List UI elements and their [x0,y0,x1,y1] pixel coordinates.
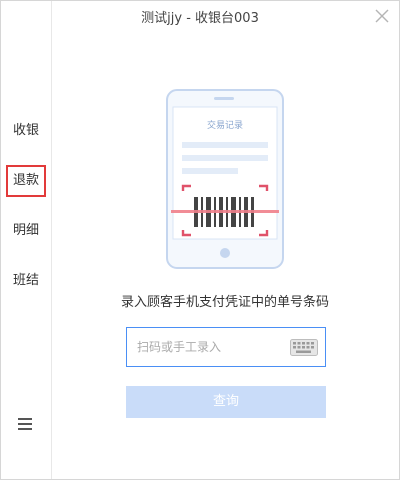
scan-instruction: 录入顾客手机支付凭证中的单号条码 [120,295,329,310]
keyboard-icon[interactable] [290,339,318,356]
order-number-field [126,327,326,367]
sidebar: 收银 退款 明细 班结 [1,1,52,479]
window-title: 测试jjy - 收银台003 [141,11,259,26]
query-button[interactable]: 查询 [126,386,326,418]
sidebar-item-refund[interactable]: 退款 [6,165,46,197]
sidebar-item-checkout[interactable]: 收银 [6,115,46,147]
phone-barcode-illustration: 交易记录 [166,89,284,269]
close-icon[interactable] [373,7,391,25]
hamburger-menu-icon[interactable] [18,418,32,430]
sidebar-item-details[interactable]: 明细 [6,215,46,247]
refund-window: 收银 退款 明细 班结 测试jjy - 收银台003 交易记录 录入顾客手机支付… [0,0,400,480]
titlebar: 测试jjy - 收银台003 [1,1,399,31]
order-number-input[interactable] [127,328,287,366]
sidebar-item-shift[interactable]: 班结 [6,265,46,297]
screen-title: 交易记录 [207,119,243,131]
